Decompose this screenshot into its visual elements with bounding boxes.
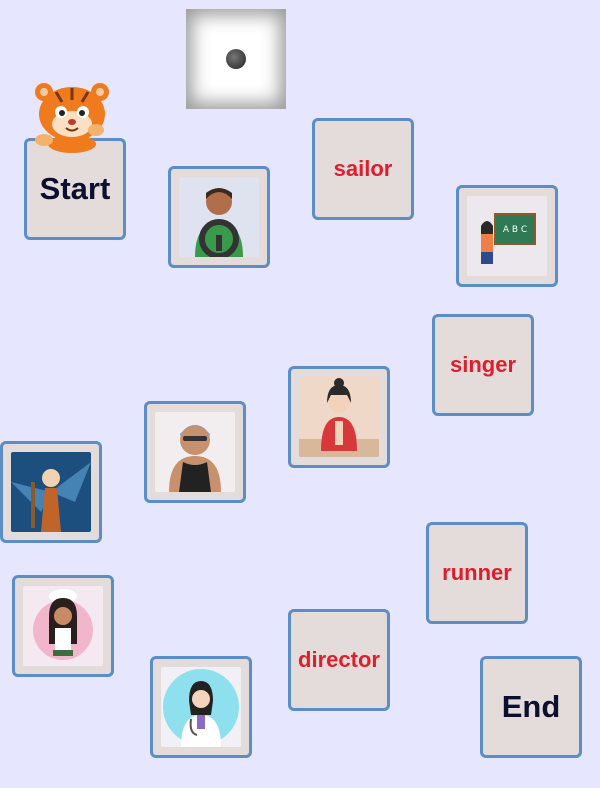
- warrior-picture: [11, 452, 91, 532]
- driver-picture: [179, 177, 259, 257]
- picture-tile-warrior[interactable]: [0, 441, 102, 543]
- doctor-picture: [161, 667, 241, 747]
- picture-tile-swimmer[interactable]: [144, 401, 246, 503]
- picture-tile-driver[interactable]: [168, 166, 270, 268]
- start-label: Start: [39, 171, 111, 206]
- runner-label: runner: [442, 560, 512, 585]
- student-picture: [299, 377, 379, 457]
- dice[interactable]: [186, 9, 286, 109]
- end-label: End: [501, 689, 561, 724]
- tiger-mascot-icon: [35, 83, 109, 153]
- swimmer-picture: [155, 412, 235, 492]
- director-label: director: [298, 647, 380, 672]
- picture-tile-student[interactable]: [288, 366, 390, 468]
- picture-tile-cook[interactable]: [12, 575, 114, 677]
- dice-pip: [226, 49, 246, 69]
- word-tile-singer[interactable]: singer: [432, 314, 534, 416]
- svg-text:A B C: A B C: [503, 225, 527, 235]
- singer-label: singer: [449, 352, 517, 377]
- end-tile[interactable]: End: [480, 656, 582, 758]
- word-tile-runner[interactable]: runner: [426, 522, 528, 624]
- sailor-label: sailor: [333, 156, 393, 181]
- word-tile-sailor[interactable]: sailor: [312, 118, 414, 220]
- word-tile-director[interactable]: director: [288, 609, 390, 711]
- picture-tile-teacher[interactable]: A B C: [456, 185, 558, 287]
- cook-picture: [23, 586, 103, 666]
- picture-tile-doctor[interactable]: [150, 656, 252, 758]
- teacher-picture: A B C: [467, 196, 547, 276]
